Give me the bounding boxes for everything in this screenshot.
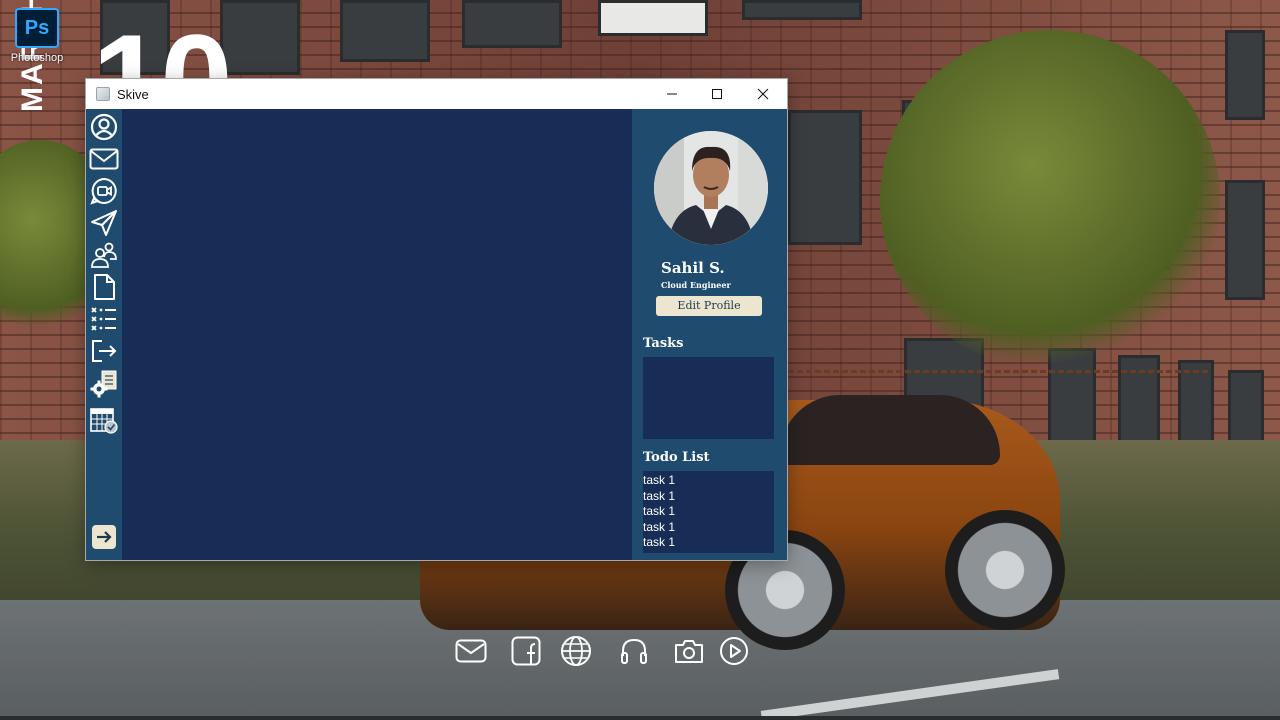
sidebar-item-send[interactable] <box>89 208 119 238</box>
sidebar-item-profile[interactable] <box>89 112 119 142</box>
date-number: 10 <box>92 10 262 80</box>
close-button[interactable] <box>740 79 786 109</box>
sidebar-item-video-chat[interactable] <box>89 176 119 206</box>
tasks-list[interactable] <box>643 357 774 439</box>
headphones-icon <box>621 638 647 664</box>
tasks-title: Tasks <box>643 336 684 351</box>
desktop-icon-label: Photoshop <box>10 52 64 64</box>
facebook-icon <box>511 636 541 666</box>
list-item[interactable]: task 1 <box>643 520 774 536</box>
settings-document-icon <box>90 370 117 398</box>
taskbar-edge <box>0 716 1280 720</box>
logout-icon <box>92 340 117 362</box>
building-window <box>788 110 862 245</box>
maximize-button[interactable] <box>694 79 740 109</box>
mail-icon <box>455 639 487 663</box>
list-item[interactable]: task 1 <box>643 473 774 489</box>
photoshop-icon: Ps <box>15 8 59 48</box>
todo-title: Todo List <box>643 450 710 465</box>
list-item[interactable]: task 1 <box>643 489 774 505</box>
sidebar-item-mail[interactable] <box>89 144 119 174</box>
profile-role: Cloud Engineer <box>661 280 731 290</box>
building-window <box>1225 180 1265 300</box>
sidebar-item-checklist[interactable] <box>89 304 119 334</box>
window-title: Skive <box>117 86 149 102</box>
camera-icon <box>675 640 703 663</box>
globe-icon <box>561 636 591 666</box>
profile-icon <box>90 113 118 141</box>
dock-music[interactable] <box>617 634 651 668</box>
building-window <box>742 0 862 20</box>
calendar-check-icon <box>90 408 118 434</box>
edit-profile-button[interactable]: Edit Profile <box>656 296 762 316</box>
sidebar-item-calendar[interactable] <box>89 405 119 435</box>
desktop-dock <box>454 634 754 668</box>
profile-panel: Sahil S. Cloud Engineer Edit Profile Tas… <box>632 109 787 560</box>
checklist-icon <box>91 307 116 331</box>
dock-mail[interactable] <box>454 634 488 668</box>
window-content: Sahil S. Cloud Engineer Edit Profile Tas… <box>86 109 787 560</box>
dock-browser[interactable] <box>559 634 593 668</box>
desktop-icon-photoshop[interactable]: Ps Photoshop <box>6 8 68 64</box>
sidebar <box>86 109 122 560</box>
dock-facebook[interactable] <box>509 634 543 668</box>
main-content-area <box>122 109 632 560</box>
list-item[interactable]: task 1 <box>643 504 774 520</box>
sidebar-item-users[interactable] <box>89 240 119 270</box>
profile-photo <box>654 131 768 245</box>
sidebar-item-document[interactable] <box>89 272 119 302</box>
avatar <box>654 131 768 245</box>
sidebar-item-logout[interactable] <box>89 336 119 366</box>
car-wheel <box>945 510 1065 630</box>
car-window <box>780 395 1000 465</box>
dock-video[interactable] <box>717 634 751 668</box>
video-chat-icon <box>90 177 117 205</box>
profile-name: Sahil S. <box>661 259 725 277</box>
building-window <box>1225 30 1265 120</box>
guide-line <box>788 370 1208 373</box>
minimize-icon <box>667 93 677 95</box>
building-window <box>598 0 708 36</box>
mail-icon <box>89 148 119 170</box>
close-icon <box>757 88 769 100</box>
list-item[interactable]: task 1 <box>643 535 774 551</box>
arrow-right-icon <box>92 525 116 549</box>
todo-list[interactable]: task 1 task 1 task 1 task 1 task 1 <box>643 471 774 553</box>
app-icon <box>96 87 110 101</box>
sidebar-collapse-button[interactable] <box>89 522 119 552</box>
title-bar[interactable]: Skive <box>86 79 787 109</box>
building-window <box>340 0 430 62</box>
app-window: Skive Sahil S. Cloud Engineer Edit Profi… <box>86 79 787 560</box>
tree <box>880 30 1220 370</box>
users-icon <box>91 242 117 268</box>
play-icon <box>720 637 748 665</box>
sidebar-item-settings[interactable] <box>89 369 119 399</box>
send-icon <box>91 210 117 236</box>
building-window <box>462 0 562 48</box>
maximize-icon <box>712 89 722 99</box>
document-icon <box>94 274 115 300</box>
dock-camera[interactable] <box>672 634 706 668</box>
minimize-button[interactable] <box>649 79 695 109</box>
